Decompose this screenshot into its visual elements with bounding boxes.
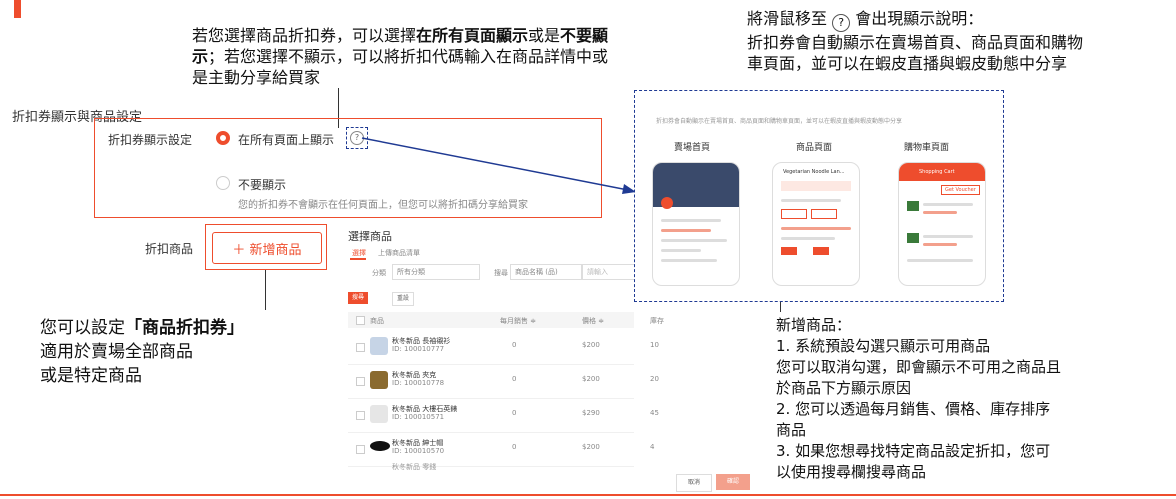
product-stock: 20 xyxy=(650,375,659,383)
arrow-to-preview xyxy=(361,137,636,194)
right-note-line-1: 將滑鼠移至 ? 會出現顯示說明： xyxy=(747,8,1167,32)
product-price: $200 xyxy=(582,375,600,383)
new-product-note: 新增商品： 1. 系統預設勾選只顯示可用商品 您可以取消勾選，即會顯示不可用之商… xyxy=(776,315,1168,483)
cancel-button[interactable]: 取消 xyxy=(676,474,712,492)
radio-hide[interactable] xyxy=(216,176,230,190)
header-checkbox[interactable] xyxy=(356,316,365,325)
product-stock: 45 xyxy=(650,409,659,417)
search-button[interactable]: 搜尋 xyxy=(348,292,368,304)
left-note-line-1: 您可以設定「商品折扣券」 xyxy=(40,318,244,338)
product-stock: 4 xyxy=(650,443,655,451)
product-name: 秋冬新品 零錢 xyxy=(392,463,437,471)
header-price[interactable]: 價格 ≑ xyxy=(582,316,604,326)
phone-product-preview: Vegetarian Noodle Lan... xyxy=(772,162,860,286)
product-thumbnail xyxy=(370,441,390,451)
add-product-highlight xyxy=(205,224,327,270)
phone-cart-preview: Shopping Cart Get Voucher xyxy=(898,162,986,286)
search-input[interactable]: 請輸入 xyxy=(582,264,638,280)
header-stock: 庫存 xyxy=(650,317,664,325)
products-label: 折扣商品 xyxy=(145,242,194,256)
preview-label-cart: 購物車頁面 xyxy=(904,143,950,153)
help-icon: ? xyxy=(832,14,851,32)
radio-show-all[interactable] xyxy=(216,131,230,145)
row-checkbox[interactable] xyxy=(356,411,365,420)
left-note: 您可以設定「商品折扣券」 適用於賣場全部商品 或是特定商品 xyxy=(40,316,330,388)
row-checkbox[interactable] xyxy=(356,377,365,386)
top-note: 若您選擇商品折扣券，可以選擇在所有頁面顯示或是不要顯 示；若您選擇不顯示，可以將… xyxy=(192,25,732,88)
product-thumbnail xyxy=(370,337,388,355)
phone3-title: Shopping Cart xyxy=(919,169,955,175)
tab-upload[interactable]: 上傳商品清單 xyxy=(378,248,420,258)
note-line: 1. 系統預設勾選只顯示可用商品 xyxy=(776,337,991,355)
tab-select-underline xyxy=(350,258,366,260)
search-field-select[interactable]: 商品名稱 (品) xyxy=(510,264,582,280)
product-id: ID: 100010777 xyxy=(392,345,445,353)
top-note-line-1: 若您選擇商品折扣券，可以選擇在所有頁面顯示或是不要顯 xyxy=(192,26,609,45)
product-id: ID: 100010571 xyxy=(392,413,445,421)
display-setting-label: 折扣券顯示設定 xyxy=(108,133,193,147)
header-sales[interactable]: 每月銷售 ≑ xyxy=(500,316,536,326)
preview-label-shop: 賣場首頁 xyxy=(674,143,711,153)
radio-hide-label: 不要顯示 xyxy=(238,178,287,192)
product-id: ID: 100010570 xyxy=(392,447,445,455)
product-price: $200 xyxy=(582,443,600,451)
product-sales: 0 xyxy=(512,443,517,451)
left-note-line-2: 適用於賣場全部商品 xyxy=(40,342,193,362)
radio-hide-description: 您的折扣券不會顯示在任何頁面上，但您可以將折扣碼分享給買家 xyxy=(238,200,528,211)
product-sales: 0 xyxy=(512,409,517,417)
note-line: 商品 xyxy=(776,421,807,439)
modal-title: 選擇商品 xyxy=(348,230,392,243)
top-note-line-3: 是主動分享給買家 xyxy=(192,68,321,87)
product-thumbnail xyxy=(370,405,388,423)
search-label: 搜尋 xyxy=(494,269,508,277)
note-line: 以使用搜尋欄搜尋商品 xyxy=(776,463,927,481)
note-line: 於商品下方顯示原因 xyxy=(776,379,912,397)
product-sales: 0 xyxy=(512,341,517,349)
row-checkbox[interactable] xyxy=(356,445,365,454)
product-price: $200 xyxy=(582,341,600,349)
phone2-title: Vegetarian Noodle Lan... xyxy=(783,169,845,175)
accent-bar xyxy=(14,0,21,18)
filter-category-label: 分類 xyxy=(372,269,386,277)
preview-caption: 折扣券會自動顯示在賣場首頁、商品頁面和購物車頁面，並可以在蝦皮直播與蝦皮動態中分… xyxy=(656,118,903,125)
reset-button[interactable]: 重設 xyxy=(392,292,414,306)
right-note: 將滑鼠移至 ? 會出現顯示說明： 折扣券會自動顯示在賣場首頁、商品頁面和購物 車… xyxy=(747,8,1167,74)
phone-shop-preview xyxy=(652,162,740,286)
note-line: 2. 您可以透過每月銷售、價格、庫存排序 xyxy=(776,400,1051,418)
filter-category-select[interactable]: 所有分類 xyxy=(392,264,480,280)
right-note-line-3: 車頁面，並可以在蝦皮直播與蝦皮動態中分享 xyxy=(747,54,1068,73)
pointer-line-right xyxy=(780,302,781,312)
header-product: 商品 xyxy=(370,317,384,325)
note-line: 3. 如果您想尋找特定商品設定折扣，您可 xyxy=(776,442,1051,460)
left-note-line-3: 或是特定商品 xyxy=(40,366,142,386)
top-note-line-2: 示；若您選擇不顯示，可以將折扣代碼輸入在商品詳情中或 xyxy=(192,47,609,66)
right-note-line-2: 折扣券會自動顯示在賣場首頁、商品頁面和購物 xyxy=(747,33,1084,52)
note-line: 您可以取消勾選，即會顯示不可用之商品且 xyxy=(776,358,1062,376)
tab-select[interactable]: 選擇 xyxy=(352,248,366,258)
product-stock: 10 xyxy=(650,341,659,349)
product-sales: 0 xyxy=(512,375,517,383)
product-thumbnail xyxy=(370,371,388,389)
pointer-line-left xyxy=(265,270,266,310)
product-id: ID: 100010778 xyxy=(392,379,445,387)
radio-show-all-label: 在所有頁面上顯示 xyxy=(238,133,335,147)
get-voucher-badge: Get Voucher xyxy=(941,185,980,195)
bottom-divider xyxy=(0,494,1176,496)
row-checkbox[interactable] xyxy=(356,343,365,352)
note-line: 新增商品： xyxy=(776,316,852,334)
product-price: $290 xyxy=(582,409,600,417)
preview-label-product: 商品頁面 xyxy=(796,143,833,153)
confirm-button[interactable]: 確認 xyxy=(716,474,750,490)
